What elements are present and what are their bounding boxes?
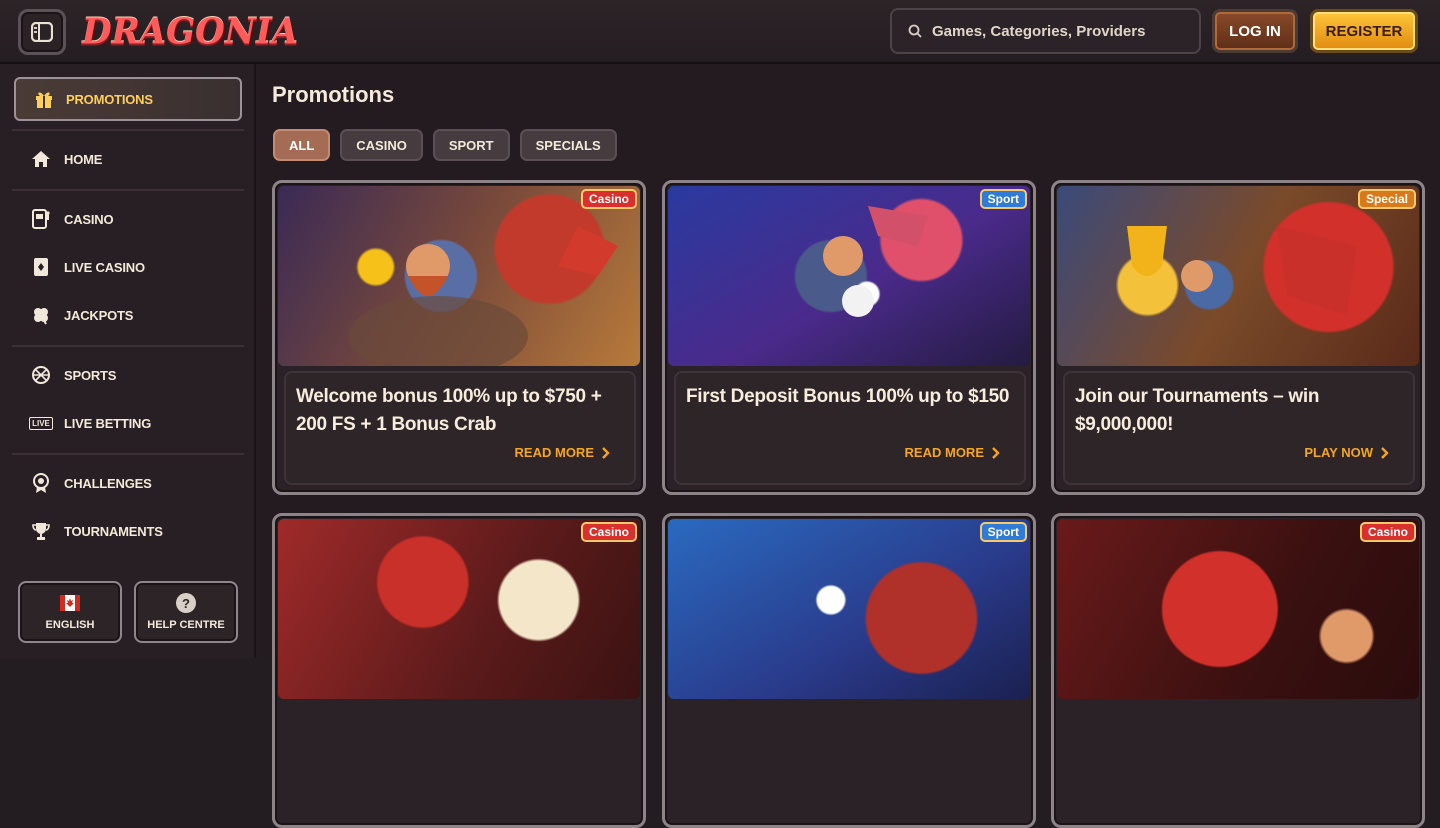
sidebar-toggle-button[interactable] <box>18 9 66 55</box>
promo-image <box>1057 186 1419 366</box>
divider <box>12 345 244 347</box>
sidebar-item-label: SPORTS <box>64 367 117 383</box>
top-header: DRAGONIA LOG IN REGISTER <box>0 0 1440 64</box>
sidebar-item-label: JACKPOTS <box>64 307 134 323</box>
trophy-dragon-illustration <box>1127 226 1357 316</box>
sidebar-item-casino[interactable]: CASINO <box>30 206 114 232</box>
chevron-right-icon <box>992 446 1000 459</box>
sidebar-item-label: CASINO <box>64 211 114 227</box>
chevron-right-icon <box>1381 446 1389 459</box>
promo-filter-tabs: ALL CASINO SPORT SPECIALS <box>273 129 617 161</box>
category-badge: Casino <box>580 522 637 542</box>
promo-card[interactable]: Sport First Deposit Bonus 100% up to $15… <box>662 180 1036 495</box>
promo-image <box>668 519 1030 699</box>
sidebar-item-live-casino[interactable]: LIVE CASINO <box>30 254 145 280</box>
logo-text: DRAGONIA <box>82 11 299 53</box>
promo-card[interactable]: Sport <box>662 513 1036 828</box>
basketball-icon <box>30 364 52 386</box>
promo-title: Welcome bonus 100% up to $750 + 200 FS +… <box>296 386 602 435</box>
sidebar-item-label: LIVE BETTING <box>64 415 152 431</box>
sidebar-item-label: PROMOTIONS <box>66 91 153 107</box>
sidebar-item-tournaments[interactable]: TOURNAMENTS <box>30 518 163 544</box>
promo-card-body: Join our Tournaments – win $9,000,000! P… <box>1063 371 1415 485</box>
promo-image <box>278 186 640 366</box>
category-badge: Casino <box>580 189 637 209</box>
filter-sport[interactable]: SPORT <box>432 129 510 161</box>
slot-machine-icon <box>30 208 52 230</box>
cta-label: READ MORE <box>904 445 984 460</box>
search-bar[interactable] <box>890 8 1201 54</box>
dwarf-dragon-illustration <box>348 226 618 366</box>
play-now-link[interactable]: PLAY NOW <box>1304 445 1389 460</box>
clover-icon <box>30 304 52 326</box>
category-badge: Sport <box>979 522 1027 542</box>
sidebar-item-label: HOME <box>64 151 103 167</box>
card-icon <box>30 256 52 278</box>
sidebar: PROMOTIONS HOME CASINO LIVE CASINO JACKP… <box>0 64 256 658</box>
promo-image <box>1057 519 1419 699</box>
promo-card-body: Welcome bonus 100% up to $750 + 200 FS +… <box>284 371 636 485</box>
category-badge: Special <box>1357 189 1416 209</box>
category-badge: Sport <box>979 189 1027 209</box>
promo-title: Join our Tournaments – win $9,000,000! <box>1075 386 1320 435</box>
canada-flag-icon <box>60 595 80 611</box>
category-badge: Casino <box>1359 522 1416 542</box>
sidebar-item-sports[interactable]: SPORTS <box>30 362 116 388</box>
filter-specials[interactable]: SPECIALS <box>519 129 617 161</box>
sidebar-toggle-icon <box>31 22 53 42</box>
live-badge: LIVE <box>29 416 53 430</box>
language-button[interactable]: ENGLISH <box>18 581 122 643</box>
home-icon <box>30 148 52 170</box>
promo-card[interactable]: Casino <box>272 513 646 828</box>
help-centre-label: HELP CENTRE <box>147 619 225 631</box>
promo-card[interactable]: Casino <box>1051 513 1425 828</box>
sidebar-item-jackpots[interactable]: JACKPOTS <box>30 302 133 328</box>
read-more-link[interactable]: READ MORE <box>515 445 610 460</box>
dwarf-soccer-illustration <box>823 206 928 317</box>
dragonia-logo[interactable]: DRAGONIA <box>82 8 298 56</box>
filter-all[interactable]: ALL <box>273 129 331 161</box>
sidebar-item-label: LIVE CASINO <box>64 259 145 275</box>
divider <box>12 189 244 191</box>
gift-icon <box>36 92 52 108</box>
page-title: Promotions <box>272 82 395 107</box>
promo-card[interactable]: Special Join our Tournaments – win $9,00… <box>1051 180 1425 495</box>
login-button[interactable]: LOG IN <box>1212 9 1298 53</box>
sidebar-item-promotions[interactable]: PROMOTIONS <box>14 77 242 121</box>
chevron-right-icon <box>602 446 610 459</box>
promo-image <box>668 186 1030 366</box>
cta-label: READ MORE <box>514 445 594 460</box>
promo-card-body: First Deposit Bonus 100% up to $150 READ… <box>674 371 1026 485</box>
divider <box>12 129 244 131</box>
register-button[interactable]: REGISTER <box>1310 9 1418 53</box>
live-icon: LIVE <box>29 412 53 434</box>
promo-title: First Deposit Bonus 100% up to $150 <box>686 386 1010 407</box>
promo-card[interactable]: Casino Welcome bonus 100% up to $750 + 2… <box>272 180 646 495</box>
divider <box>12 453 244 455</box>
read-more-link[interactable]: READ MORE <box>905 445 1000 460</box>
cta-label: PLAY NOW <box>1304 445 1373 460</box>
filter-casino[interactable]: CASINO <box>340 129 423 161</box>
search-input[interactable] <box>932 22 1182 40</box>
promo-image <box>278 519 640 699</box>
trophy-icon <box>30 520 52 542</box>
help-icon: ? <box>176 593 196 613</box>
search-icon <box>908 24 922 38</box>
medal-icon <box>30 472 52 494</box>
help-centre-button[interactable]: ? HELP CENTRE <box>134 581 238 643</box>
sidebar-item-challenges[interactable]: CHALLENGES <box>30 470 152 496</box>
main-content: Promotions ALL CASINO SPORT SPECIALS Cas… <box>258 64 1440 828</box>
sidebar-item-home[interactable]: HOME <box>30 146 102 172</box>
language-label: ENGLISH <box>45 619 95 631</box>
sidebar-item-label: TOURNAMENTS <box>64 523 163 539</box>
sidebar-item-label: CHALLENGES <box>64 475 152 491</box>
sidebar-item-live-betting[interactable]: LIVE LIVE BETTING <box>29 410 152 436</box>
